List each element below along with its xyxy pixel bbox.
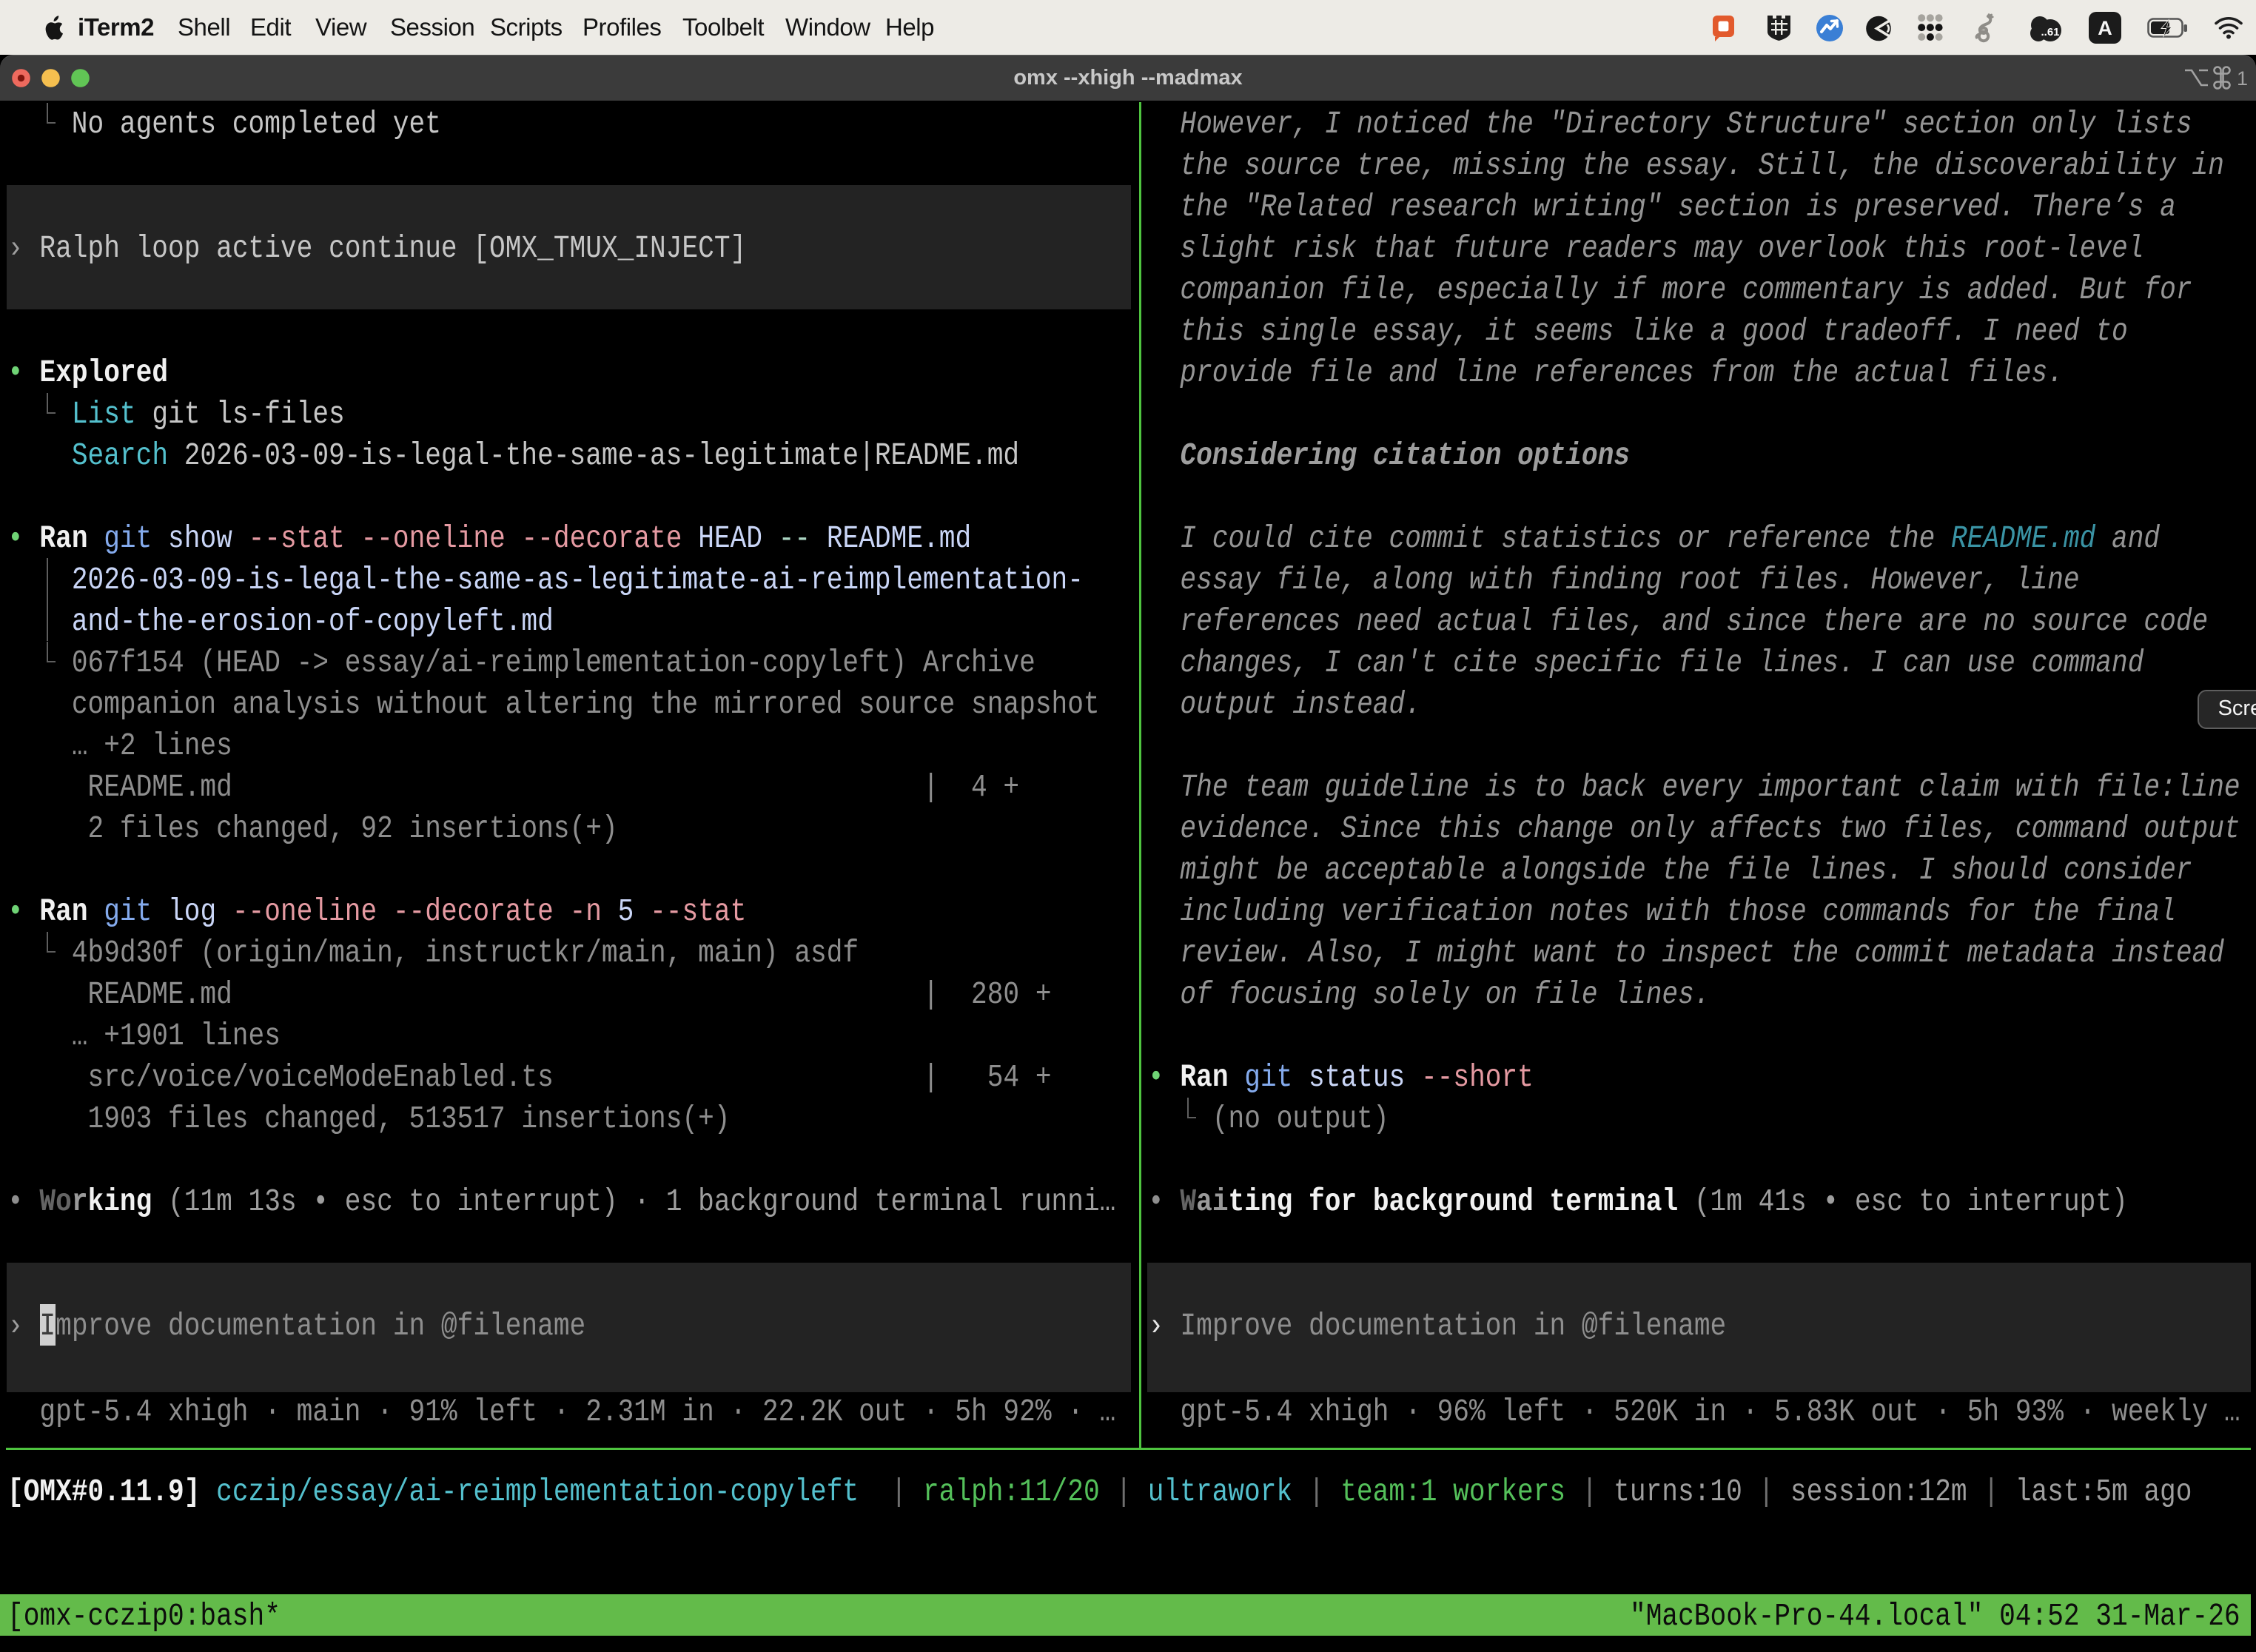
svg-text:1: 1	[2237, 67, 2248, 90]
svg-text:..61: ..61	[2041, 26, 2059, 38]
svg-text:A: A	[2098, 17, 2112, 39]
